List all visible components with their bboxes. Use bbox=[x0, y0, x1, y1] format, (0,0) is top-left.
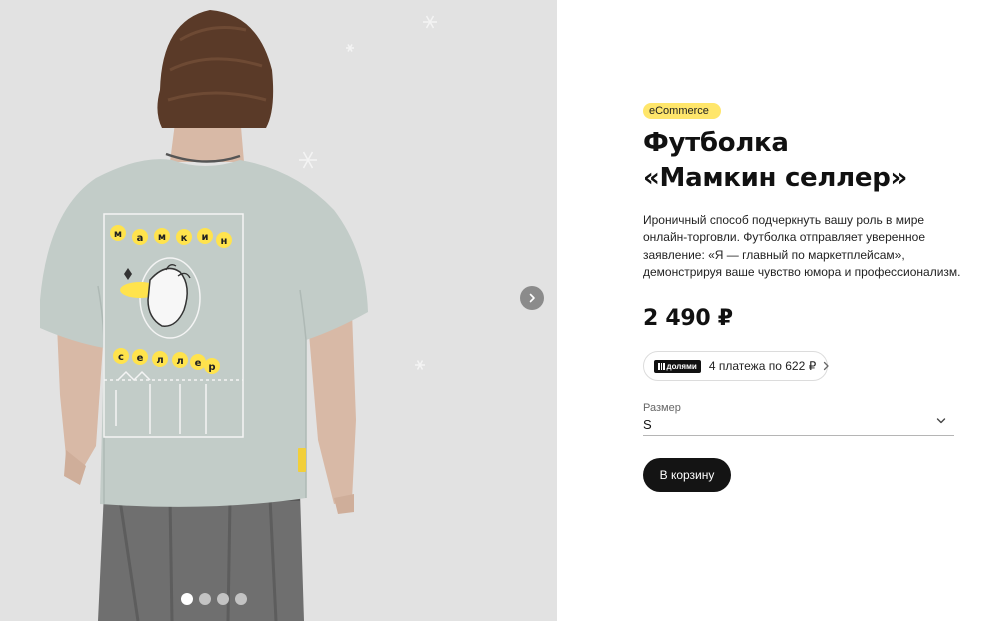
svg-text:е: е bbox=[137, 353, 144, 364]
head bbox=[157, 10, 274, 128]
size-select[interactable]: Размер S bbox=[643, 402, 954, 436]
svg-text:е: е bbox=[195, 358, 202, 369]
dolyami-logo: долями bbox=[654, 359, 701, 373]
svg-text:а: а bbox=[137, 233, 144, 244]
svg-text:р: р bbox=[208, 362, 215, 373]
gallery-next-button[interactable] bbox=[520, 286, 544, 310]
chevron-right-icon bbox=[822, 361, 830, 371]
gallery-dot[interactable] bbox=[199, 593, 211, 605]
product-title-line: «Мамкин селлер» bbox=[643, 163, 908, 193]
svg-text:с: с bbox=[118, 352, 124, 363]
product-title-line: Футболка bbox=[643, 128, 789, 158]
svg-text:м: м bbox=[158, 232, 166, 243]
svg-text:к: к bbox=[181, 233, 188, 244]
dolyami-logo-text: долями bbox=[666, 361, 697, 371]
add-to-cart-button[interactable]: В корзину bbox=[643, 458, 731, 492]
svg-text:м: м bbox=[114, 229, 122, 240]
product-page: м а м к и н с е л л е р eCommerce Футбол… bbox=[0, 0, 1000, 621]
size-value: S bbox=[643, 417, 652, 432]
svg-text:л: л bbox=[176, 356, 183, 367]
chevron-right-icon bbox=[529, 293, 535, 303]
product-gallery[interactable]: м а м к и н с е л л е р bbox=[0, 0, 557, 621]
product-photo: м а м к и н с е л л е р bbox=[40, 10, 437, 621]
svg-text:и: и bbox=[201, 232, 208, 243]
size-label: Размер bbox=[643, 402, 681, 414]
product-price: 2 490 ₽ bbox=[643, 306, 733, 331]
installment-button[interactable]: долями 4 платежа по 622 ₽ bbox=[643, 351, 830, 381]
category-tag[interactable]: eCommerce bbox=[643, 103, 721, 119]
svg-text:л: л bbox=[156, 355, 163, 366]
gallery-pagination bbox=[181, 593, 247, 605]
chevron-down-icon bbox=[936, 412, 946, 430]
dolyami-bars-icon bbox=[658, 362, 665, 370]
installment-text: 4 платежа по 622 ₽ bbox=[708, 359, 817, 373]
gallery-dot[interactable] bbox=[235, 593, 247, 605]
svg-text:н: н bbox=[221, 236, 228, 247]
gallery-dot[interactable] bbox=[217, 593, 229, 605]
product-title: Футболка «Мамкин селлер» bbox=[643, 126, 973, 196]
product-description: Ироничный способ подчеркнуть вашу роль в… bbox=[643, 213, 961, 280]
gallery-dot[interactable] bbox=[181, 593, 193, 605]
